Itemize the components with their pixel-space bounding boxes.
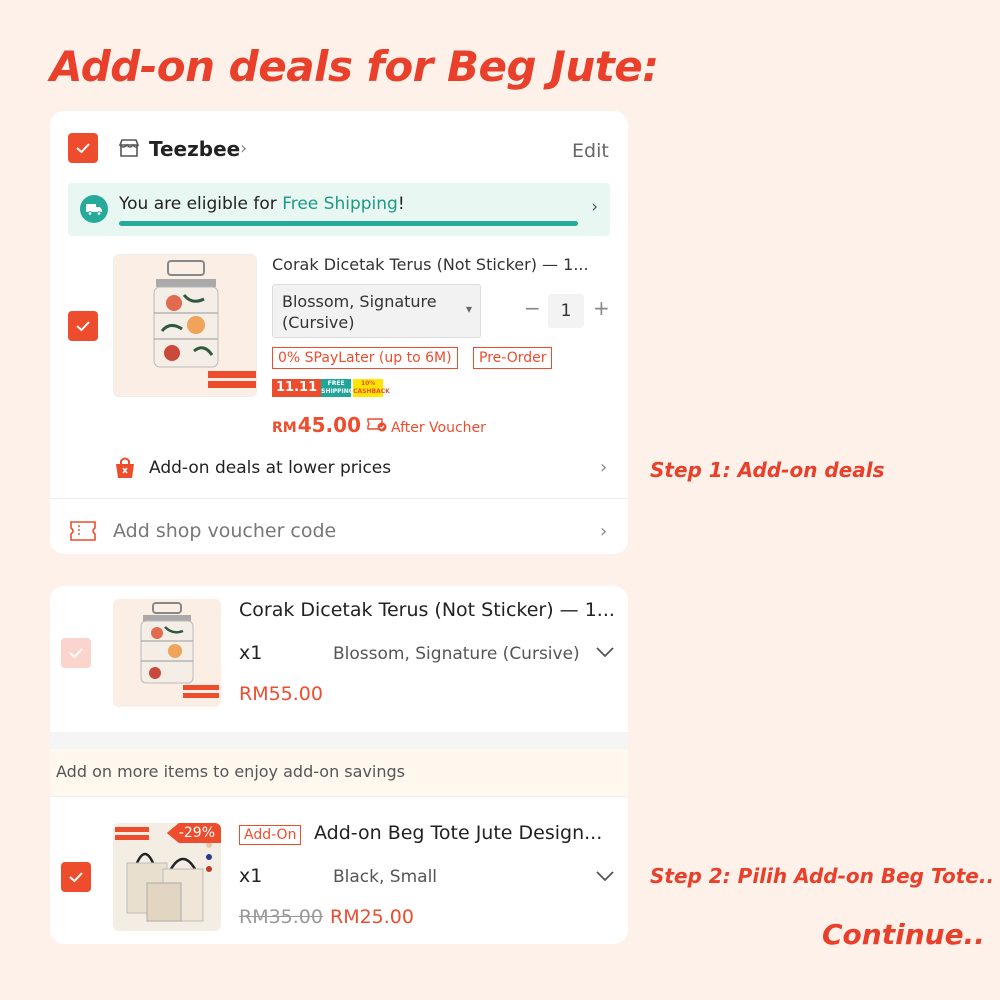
truck-icon <box>80 195 108 223</box>
main-item-price: RM55.00 <box>239 683 323 705</box>
check-icon <box>76 321 90 332</box>
step1-annotation: Step 1: Add-on deals <box>650 458 885 482</box>
addon-hint-bar: Add on more items to enjoy add-on saving… <box>50 749 628 797</box>
addon-deals-link[interactable]: Add-on deals at lower prices <box>149 458 391 478</box>
chevron-right-icon[interactable]: › <box>591 197 598 217</box>
price-currency: RM <box>272 420 297 436</box>
preorder-tag: Pre-Order <box>473 347 553 369</box>
shipping-progress-bar <box>119 221 578 226</box>
edit-button[interactable]: Edit <box>572 140 609 162</box>
after-voucher-label: After Voucher <box>390 420 486 436</box>
addon-hint-text: Add on more items to enjoy add-on saving… <box>56 762 405 781</box>
price-row: RM 45.00 After Voucher <box>272 413 486 437</box>
chevron-down-icon: ▾ <box>465 302 472 316</box>
product-image[interactable] <box>113 599 221 707</box>
variant-selector[interactable]: Blossom, Signature (Cursive) ▾ <box>272 284 481 338</box>
item-title[interactable]: Corak Dicetak Terus (Not Sticker) — 1... <box>272 255 612 274</box>
tote-bag-image[interactable]: -29% <box>113 823 221 931</box>
chevron-right-icon[interactable]: › <box>600 457 607 478</box>
shop-name[interactable]: Teezbee <box>149 137 240 161</box>
free-shipping-banner[interactable]: You are eligible for Free Shipping! › <box>68 183 610 236</box>
product-image[interactable] <box>113 254 257 397</box>
section-separator <box>50 732 628 749</box>
shopping-bag-icon <box>113 456 137 484</box>
promo-badges: 11.11 FREE SHIPPING 10% CASHBACK <box>272 379 390 397</box>
check-icon <box>76 143 90 154</box>
addon-item-checkbox[interactable] <box>61 862 91 892</box>
free-shipping-text: You are eligible for Free Shipping! <box>119 194 405 214</box>
ticket-icon <box>70 520 96 546</box>
step2-annotation: Step 2: Pilih Add-on Beg Tote.. <box>650 864 995 888</box>
increment-button[interactable]: + <box>593 296 610 320</box>
shop-checkbox[interactable] <box>68 133 98 163</box>
item-price: 45.00 <box>297 413 361 437</box>
addon-selection-card: Corak Dicetak Terus (Not Sticker) — 1...… <box>50 586 628 944</box>
addon-price: RM25.00 <box>330 906 414 928</box>
main-item-checkbox[interactable] <box>61 638 91 668</box>
cart-shop-card: Teezbee › Edit You are eligible for Free… <box>50 111 628 554</box>
chevron-down-icon[interactable] <box>595 868 615 887</box>
check-icon <box>69 872 83 883</box>
addon-item-quantity: x1 <box>239 865 263 887</box>
decrement-button[interactable]: − <box>524 296 541 320</box>
chevron-down-icon[interactable] <box>595 644 615 663</box>
shop-voucher-link[interactable]: Add shop voucher code <box>113 520 336 542</box>
spaylater-tag: 0% SPayLater (up to 6M) <box>272 347 458 369</box>
item-checkbox[interactable] <box>68 311 98 341</box>
addon-badge: Add-On <box>239 825 302 845</box>
page-headline: Add-on deals for Beg Jute: <box>50 42 659 91</box>
addon-item-title[interactable]: Add-on Beg Tote Jute Design... <box>314 822 619 844</box>
variant-text: Blossom, Signature (Cursive) <box>282 292 437 332</box>
free-shipping-badge: FREE SHIPPING <box>321 379 354 397</box>
chevron-right-icon[interactable]: › <box>240 138 247 159</box>
addon-item-variant[interactable]: Black, Small <box>333 867 437 887</box>
promo-1111-badge: 11.11 <box>272 379 322 397</box>
continue-annotation: Continue.. <box>822 918 985 951</box>
quantity-stepper: − 1 + <box>518 294 613 328</box>
main-item-quantity: x1 <box>239 642 263 664</box>
divider <box>50 498 628 499</box>
store-icon <box>118 138 140 162</box>
voucher-icon <box>367 416 387 436</box>
check-icon <box>69 648 83 659</box>
quantity-value[interactable]: 1 <box>548 294 584 328</box>
original-price: RM35.00 <box>239 906 323 928</box>
cashback-badge: 10% CASHBACK <box>353 379 390 397</box>
main-item-variant[interactable]: Blossom, Signature (Cursive) <box>333 644 580 664</box>
main-item-title[interactable]: Corak Dicetak Terus (Not Sticker) — 1... <box>239 599 619 621</box>
chevron-right-icon[interactable]: › <box>600 521 607 542</box>
